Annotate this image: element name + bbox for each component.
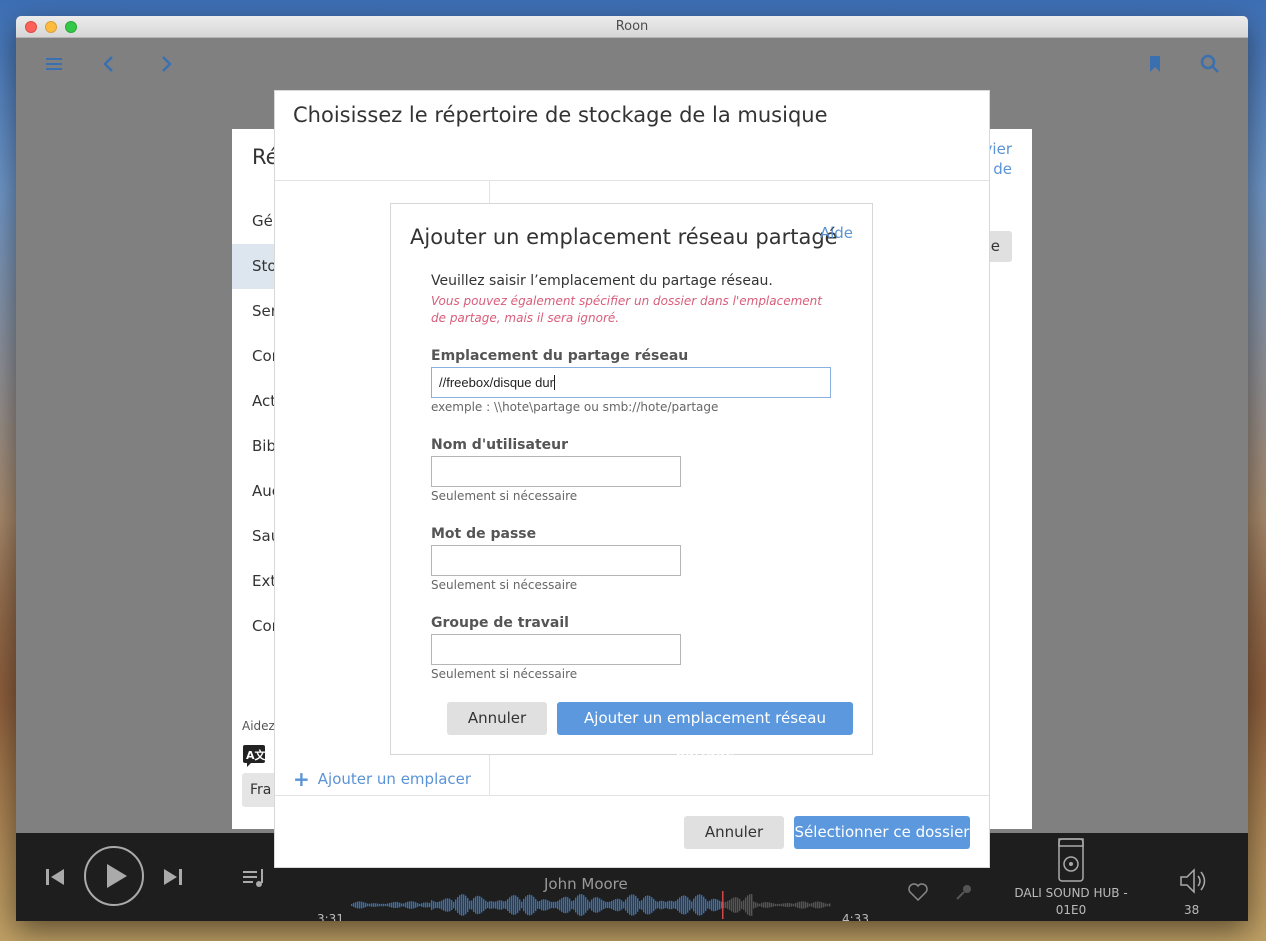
heart-icon[interactable] bbox=[908, 883, 928, 905]
workgroup-label: Groupe de travail bbox=[431, 615, 569, 631]
seek-waveform[interactable] bbox=[351, 891, 831, 919]
username-hint: Seulement si nécessaire bbox=[431, 489, 578, 503]
username-label: Nom d'utilisateur bbox=[431, 437, 568, 453]
zone-name-line2: 01E0 bbox=[1055, 903, 1087, 917]
help-translate-text: Aidez bbox=[242, 719, 275, 733]
password-label: Mot de passe bbox=[431, 526, 537, 542]
microphone-icon[interactable] bbox=[955, 883, 973, 905]
minimize-window-button[interactable] bbox=[45, 21, 57, 33]
queue-icon[interactable] bbox=[242, 867, 268, 893]
search-icon[interactable] bbox=[1199, 53, 1221, 75]
add-network-share-dialog: Ajouter un emplacement réseau partagé Ai… bbox=[390, 203, 873, 760]
volume-icon[interactable] bbox=[1178, 867, 1208, 899]
username-input[interactable] bbox=[431, 456, 681, 487]
roon-window: Roon Ré vier de e Gén Sto Ser Cor Act Bi… bbox=[16, 16, 1248, 921]
add-location-label: Ajouter un emplacement bbox=[317, 770, 471, 788]
add-location-link[interactable]: + Ajouter un emplacement bbox=[293, 767, 471, 791]
password-input[interactable] bbox=[431, 545, 681, 576]
previous-track-icon[interactable] bbox=[44, 866, 66, 892]
hamburger-icon[interactable] bbox=[43, 53, 65, 75]
workgroup-input[interactable] bbox=[431, 634, 681, 665]
dialog-intro: Veuillez saisir l’emplacement du partage… bbox=[431, 273, 773, 289]
next-track-icon[interactable] bbox=[162, 866, 184, 892]
zone-name-line1: DALI SOUND HUB - bbox=[1014, 886, 1128, 900]
dialog-note: Vous pouvez également spécifier un dossi… bbox=[431, 294, 822, 325]
sidebar-item-label: Ext bbox=[252, 572, 277, 590]
zone-name[interactable]: DALI SOUND HUB - 01E0 bbox=[1001, 885, 1141, 919]
maximize-window-button[interactable] bbox=[65, 21, 77, 33]
share-location-hint: exemple : \\hote\partage ou smb://hote/p… bbox=[431, 400, 719, 414]
volume-value: 38 bbox=[1184, 903, 1200, 917]
add-network-share-button[interactable]: Ajouter un emplacement réseau partagé bbox=[557, 702, 853, 760]
modal-cancel-button[interactable]: Annuler bbox=[684, 816, 784, 849]
chevron-left-icon[interactable] bbox=[98, 53, 120, 75]
modal-title: Choisissez le répertoire de stockage de … bbox=[293, 103, 828, 127]
share-location-input[interactable]: //freebox/disque dur bbox=[431, 367, 831, 398]
dialog-title: Ajouter un emplacement réseau partagé bbox=[410, 225, 838, 249]
window-title: Roon bbox=[615, 19, 649, 34]
select-folder-button[interactable]: Sélectionner ce dossier bbox=[794, 816, 970, 849]
title-bar: Roon bbox=[16, 16, 1248, 38]
sidebar-item-label: Sto bbox=[252, 257, 277, 275]
text-caret bbox=[553, 375, 555, 390]
share-location-label: Emplacement du partage réseau bbox=[431, 348, 689, 364]
elapsed-time: 3:31 bbox=[317, 912, 344, 921]
share-location-value: //freebox/disque dur bbox=[439, 375, 554, 390]
dialog-cancel-button[interactable]: Annuler bbox=[447, 702, 547, 735]
svg-text:A文: A文 bbox=[246, 748, 266, 762]
play-icon[interactable] bbox=[83, 845, 145, 911]
sidebar-item-label: Bib bbox=[252, 437, 276, 455]
divider bbox=[275, 795, 989, 796]
workgroup-hint: Seulement si nécessaire bbox=[431, 667, 578, 681]
bookmark-icon[interactable] bbox=[1144, 53, 1166, 75]
track-duration: 4:33 bbox=[842, 912, 869, 921]
divider bbox=[275, 180, 989, 181]
plus-icon: + bbox=[293, 767, 310, 791]
sidebar-item-label: Act bbox=[252, 392, 277, 410]
close-window-button[interactable] bbox=[25, 21, 37, 33]
translate-icon: A文 bbox=[242, 744, 267, 768]
help-link[interactable]: Aide bbox=[820, 224, 853, 242]
playhead-marker[interactable] bbox=[722, 891, 724, 919]
chevron-right-icon[interactable] bbox=[155, 53, 177, 75]
speaker-icon[interactable] bbox=[1056, 838, 1086, 886]
password-hint: Seulement si nécessaire bbox=[431, 578, 578, 592]
